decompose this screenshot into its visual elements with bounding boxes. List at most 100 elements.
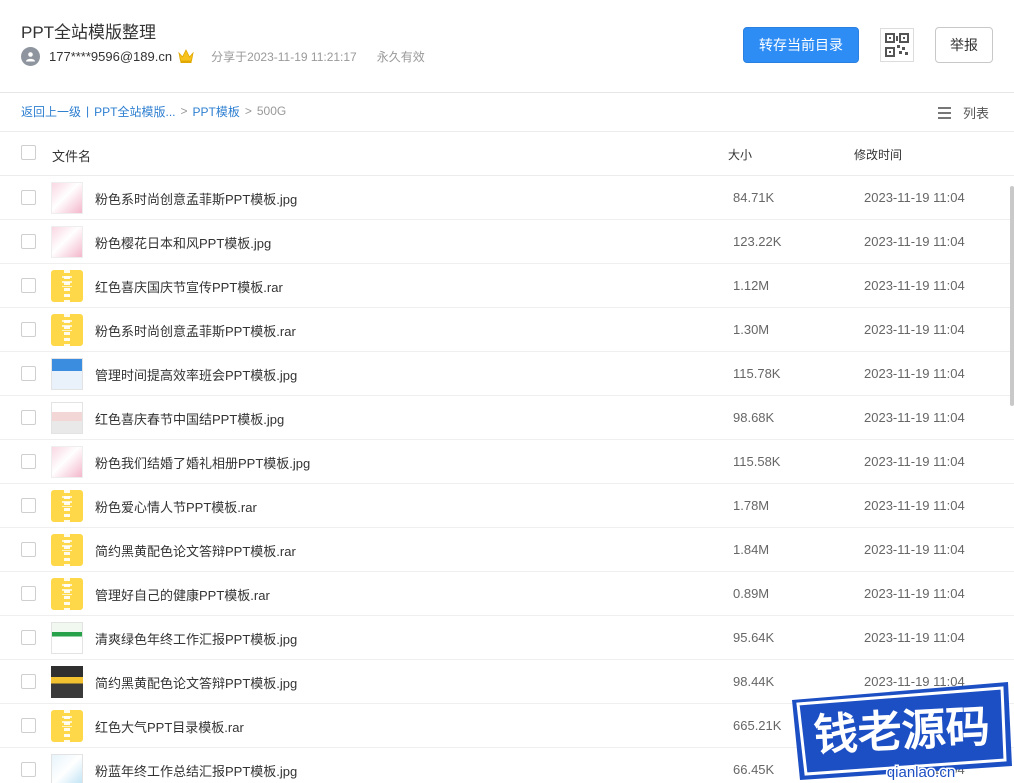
image-thumbnail-icon[interactable] xyxy=(51,226,83,258)
scrollbar[interactable] xyxy=(1010,186,1014,406)
column-header-size[interactable]: 大小 xyxy=(728,146,752,163)
file-size: 84.71K xyxy=(733,190,775,205)
file-name[interactable]: 管理好自己的健康PPT模板.rar xyxy=(95,585,270,604)
file-row[interactable]: 清爽绿色年终工作汇报PPT模板.jpg 95.64K 2023-11-19 11:0… xyxy=(0,616,1014,660)
row-checkbox[interactable] xyxy=(21,762,36,777)
validity-text: 永久有效 xyxy=(376,49,425,64)
save-to-directory-button[interactable]: 转存当前目录 xyxy=(743,27,859,63)
row-checkbox[interactable] xyxy=(21,718,36,733)
breadcrumb-back-link[interactable]: 返回上一级 xyxy=(21,103,81,120)
file-modified-time: 2023-11-19 11:04 xyxy=(864,630,965,645)
file-modified-time: 2023-11-19 11:04 xyxy=(864,278,965,293)
file-modified-time: 2023-11-19 11:04 xyxy=(864,234,965,249)
file-name[interactable]: 粉蓝年终工作总结汇报PPT模板.jpg xyxy=(95,761,297,780)
row-checkbox[interactable] xyxy=(21,410,36,425)
archive-file-icon[interactable] xyxy=(51,270,83,302)
breadcrumb-arrow: > xyxy=(244,104,252,118)
row-checkbox[interactable] xyxy=(21,542,36,557)
qr-code-button[interactable] xyxy=(880,28,914,62)
file-list-header: 文件名 大小 修改时间 xyxy=(0,131,1014,176)
view-mode-toggle[interactable]: 列表 xyxy=(938,102,989,122)
row-checkbox[interactable] xyxy=(21,366,36,381)
row-checkbox[interactable] xyxy=(21,190,36,205)
watermark-title: 钱老源码 xyxy=(813,701,991,761)
column-header-name[interactable]: 文件名 xyxy=(52,146,91,165)
file-size: 115.58K xyxy=(733,454,781,469)
file-name[interactable]: 粉色我们结婚了婚礼相册PPT模板.jpg xyxy=(95,453,310,472)
image-thumbnail-icon[interactable] xyxy=(51,402,83,434)
file-size: 95.64K xyxy=(733,630,775,645)
file-row[interactable]: 粉色系时尚创意孟菲斯PPT模板.rar 1.30M 2023-11-19 11:04 xyxy=(0,308,1014,352)
report-button[interactable]: 举报 xyxy=(935,27,993,63)
file-row[interactable]: 红色喜庆国庆节宣传PPT模板.rar 1.12M 2023-11-19 11:04 xyxy=(0,264,1014,308)
archive-file-icon[interactable] xyxy=(51,314,83,346)
file-modified-time: 2023-11-19 11:04 xyxy=(864,454,965,469)
file-size: 0.89M xyxy=(733,586,770,601)
file-modified-time: 2023-11-19 11:04 xyxy=(864,542,965,557)
sharer-username[interactable]: 177****9596@189.cn xyxy=(49,49,172,64)
column-header-time[interactable]: 修改时间 xyxy=(854,146,902,163)
row-checkbox[interactable] xyxy=(21,498,36,513)
row-checkbox[interactable] xyxy=(21,674,36,689)
file-name[interactable]: 简约黑黄配色论文答辩PPT模板.rar xyxy=(95,541,296,560)
image-thumbnail-icon[interactable] xyxy=(51,754,83,783)
list-icon xyxy=(938,106,951,119)
breadcrumb-arrow: > xyxy=(180,104,188,118)
watermark-logo: 钱老源码 qianlao.cn xyxy=(786,676,1014,783)
breadcrumb-current: 500G xyxy=(256,104,287,118)
file-name[interactable]: 简约黑黄配色论文答辩PPT模板.jpg xyxy=(95,673,297,692)
file-modified-time: 2023-11-19 11:04 xyxy=(864,498,965,513)
file-modified-time: 2023-11-19 11:04 xyxy=(864,190,965,205)
file-size: 1.30M xyxy=(733,322,770,337)
file-name[interactable]: 粉色爱心情人节PPT模板.rar xyxy=(95,497,257,516)
archive-file-icon[interactable] xyxy=(51,534,83,566)
breadcrumb-divider: | xyxy=(86,104,90,118)
file-row[interactable]: 简约黑黄配色论文答辩PPT模板.rar 1.84M 2023-11-19 11:04 xyxy=(0,528,1014,572)
file-name[interactable]: 粉色樱花日本和风PPT模板.jpg xyxy=(95,233,271,252)
archive-file-icon[interactable] xyxy=(51,710,83,742)
image-thumbnail-icon[interactable] xyxy=(51,622,83,654)
select-all-checkbox[interactable] xyxy=(21,145,36,160)
row-checkbox[interactable] xyxy=(21,630,36,645)
file-size: 98.68K xyxy=(733,410,775,425)
file-row[interactable]: 红色喜庆春节中国结PPT模板.jpg 98.68K 2023-11-19 11:04 xyxy=(0,396,1014,440)
watermark-domain: qianlao.cn xyxy=(887,764,955,781)
file-name[interactable]: 红色喜庆春节中国结PPT模板.jpg xyxy=(95,409,284,428)
row-checkbox[interactable] xyxy=(21,586,36,601)
file-size: 123.22K xyxy=(733,234,782,249)
file-name[interactable]: 清爽绿色年终工作汇报PPT模板.jpg xyxy=(95,629,297,648)
row-checkbox[interactable] xyxy=(21,454,36,469)
file-name[interactable]: 管理时间提高效率班会PPT模板.jpg xyxy=(95,365,297,384)
file-size: 1.12M xyxy=(733,278,770,293)
file-row[interactable]: 管理好自己的健康PPT模板.rar 0.89M 2023-11-19 11:04 xyxy=(0,572,1014,616)
image-thumbnail-icon[interactable] xyxy=(51,666,83,698)
image-thumbnail-icon[interactable] xyxy=(51,446,83,478)
file-name[interactable]: 红色喜庆国庆节宣传PPT模板.rar xyxy=(95,277,283,296)
file-modified-time: 2023-11-19 11:04 xyxy=(864,410,965,425)
file-modified-time: 2023-11-19 11:04 xyxy=(864,322,965,337)
view-mode-label: 列表 xyxy=(963,105,990,121)
file-size: 98.44K xyxy=(733,674,775,689)
archive-file-icon[interactable] xyxy=(51,490,83,522)
row-checkbox[interactable] xyxy=(21,278,36,293)
vip-crown-icon xyxy=(177,48,195,64)
archive-file-icon[interactable] xyxy=(51,578,83,610)
qr-code-icon xyxy=(885,33,909,57)
file-name[interactable]: 红色大气PPT目录模板.rar xyxy=(95,717,244,736)
file-name[interactable]: 粉色系时尚创意孟菲斯PPT模板.rar xyxy=(95,321,296,340)
share-meta: 177****9596@189.cn 分享于2023-11-19 11:21:1… xyxy=(21,45,425,67)
file-row[interactable]: 粉色爱心情人节PPT模板.rar 1.78M 2023-11-19 11:04 xyxy=(0,484,1014,528)
share-time: 分享于2023-11-19 11:21:17 xyxy=(211,49,357,64)
file-row[interactable]: 粉色我们结婚了婚礼相册PPT模板.jpg 115.58K 2023-11-19 11… xyxy=(0,440,1014,484)
avatar-icon[interactable] xyxy=(21,46,40,66)
row-checkbox[interactable] xyxy=(21,322,36,337)
image-thumbnail-icon[interactable] xyxy=(51,358,83,390)
breadcrumb-item-ppt[interactable]: PPT模板 xyxy=(193,103,240,120)
row-checkbox[interactable] xyxy=(21,234,36,249)
file-row[interactable]: 管理时间提高效率班会PPT模板.jpg 115.78K 2023-11-19 11:… xyxy=(0,352,1014,396)
file-name[interactable]: 粉色系时尚创意孟菲斯PPT模板.jpg xyxy=(95,189,297,208)
file-row[interactable]: 粉色系时尚创意孟菲斯PPT模板.jpg 84.71K 2023-11-19 11:0… xyxy=(0,176,1014,220)
breadcrumb-item-root[interactable]: PPT全站模版... xyxy=(94,103,175,120)
image-thumbnail-icon[interactable] xyxy=(51,182,83,214)
file-row[interactable]: 粉色樱花日本和风PPT模板.jpg 123.22K 2023-11-19 11:04 xyxy=(0,220,1014,264)
